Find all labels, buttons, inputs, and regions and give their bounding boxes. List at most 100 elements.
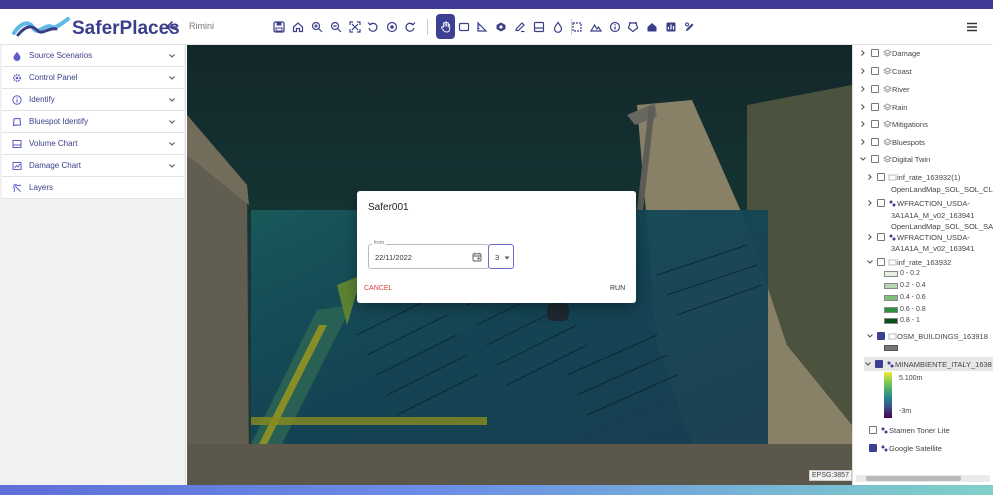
layer-checkbox[interactable] — [871, 85, 879, 93]
terrain-tool-button[interactable] — [587, 17, 605, 37]
layer-group-river[interactable]: River — [859, 82, 910, 96]
layer-item-google-satellite[interactable]: Google Satellite — [869, 441, 942, 455]
main-menu-button[interactable] — [964, 19, 980, 35]
layer-checkbox-checked[interactable] — [869, 444, 877, 452]
zoom-in-button[interactable] — [308, 17, 326, 37]
layer-checkbox[interactable] — [871, 120, 879, 128]
chevron-down-icon[interactable] — [864, 360, 872, 368]
home-button[interactable] — [289, 17, 307, 37]
chevron-right-icon[interactable] — [859, 85, 867, 93]
layer-checkbox[interactable] — [877, 258, 885, 266]
layer-checkbox[interactable] — [871, 49, 879, 57]
layer-checkbox[interactable] — [877, 173, 885, 181]
layer-group-digital-twin[interactable]: Digital Twin — [859, 152, 930, 166]
chevron-right-icon[interactable] — [859, 103, 867, 111]
layer-checkbox[interactable] — [869, 426, 877, 434]
layer-panel-scrollbar[interactable] — [856, 475, 990, 482]
sidebar-item-bluespot-identify[interactable]: Bluespot Identify — [2, 111, 184, 133]
toolbar-divider — [427, 19, 428, 35]
ruler-icon — [477, 21, 488, 32]
sidebar-item-damage-chart[interactable]: Damage Chart — [2, 155, 184, 177]
date-field-label: from — [372, 240, 386, 246]
save-button[interactable] — [270, 17, 288, 37]
layer-stack-icon — [883, 103, 892, 110]
date-value[interactable]: 22/11/2022 — [375, 253, 412, 262]
run-button[interactable]: RUN — [610, 285, 625, 292]
layer-checkbox[interactable] — [871, 67, 879, 75]
layer-label: MINAMBIENTE_ITALY_1638 — [895, 359, 992, 369]
crop-tool-button[interactable] — [568, 17, 586, 37]
rotate-left-icon — [367, 22, 378, 32]
polygon-tool-button[interactable] — [624, 17, 642, 37]
zoom-out-button[interactable] — [327, 17, 345, 37]
center-button[interactable] — [383, 17, 401, 37]
chevron-right-icon[interactable] — [866, 199, 874, 207]
scrollbar-thumb[interactable] — [866, 476, 961, 481]
app-name: SaferPlaces — [72, 18, 180, 39]
chevron-down-icon[interactable] — [866, 258, 874, 266]
save-layer-button[interactable] — [530, 17, 548, 37]
layer-label-line: OpenLandMap_SOL_SOL_CL — [891, 184, 993, 194]
sidebar-item-layers[interactable]: Layers — [2, 177, 184, 199]
chevron-right-icon[interactable] — [859, 138, 867, 146]
layer-group-label: Digital Twin — [892, 154, 931, 164]
calendar-icon[interactable] — [472, 252, 482, 262]
layer-item-stamen-toner[interactable]: Stamen Toner Lite — [869, 423, 950, 437]
chevron-right-icon[interactable] — [866, 173, 874, 181]
layer-item-minambiente[interactable]: MINAMBIENTE_ITALY_1638 — [864, 357, 993, 371]
dem-max-label: 5.100m — [899, 375, 923, 382]
pan-tool-button[interactable] — [436, 14, 455, 39]
layer-checkbox[interactable] — [871, 138, 879, 146]
layer-checkbox-checked[interactable] — [875, 360, 883, 368]
chevron-right-icon[interactable] — [859, 67, 867, 75]
layer-group-damage[interactable]: Damage — [859, 46, 920, 60]
fit-extent-button[interactable] — [346, 17, 364, 37]
back-button[interactable] — [165, 17, 181, 37]
chart-icon — [666, 22, 676, 32]
layer-group-mitigations[interactable]: Mitigations — [859, 117, 928, 131]
chevron-down-icon — [169, 98, 175, 102]
layer-item-osm-buildings[interactable]: OSM_BUILDINGS_163918 — [866, 329, 988, 343]
layer-checkbox[interactable] — [877, 233, 885, 241]
rectangle-tool-button[interactable] — [455, 17, 473, 37]
chevron-down-icon[interactable] — [859, 155, 867, 163]
layer-shape-button[interactable] — [492, 17, 510, 37]
edit-layer-button[interactable] — [511, 17, 529, 37]
layer-group-coast[interactable]: Coast — [859, 64, 912, 78]
chevron-right-icon[interactable] — [859, 120, 867, 128]
scenario-edit-button[interactable] — [681, 17, 699, 37]
chart-tool-button[interactable] — [662, 17, 680, 37]
cancel-button[interactable]: CANCEL — [364, 285, 392, 292]
legend-label: 0 - 0.2 — [900, 270, 920, 277]
layer-checkbox[interactable] — [871, 103, 879, 111]
chevron-down-icon[interactable] — [866, 332, 874, 340]
place-name: Rimini — [189, 21, 215, 31]
raster-icon — [888, 259, 897, 265]
hamburger-icon — [967, 22, 977, 32]
rotate-right-button[interactable] — [401, 17, 419, 37]
layer-group-bluespots[interactable]: Bluespots — [859, 135, 925, 149]
layer-label: inf_rate_163932 — [897, 257, 952, 267]
layer-checkbox[interactable] — [877, 199, 885, 207]
layer-item-inf-rate[interactable]: inf_rate_163932 — [866, 255, 951, 269]
sidebar-item-source-scenarios[interactable]: Source Scenarios — [2, 45, 184, 67]
layer-checkbox-checked[interactable] — [877, 332, 885, 340]
sidebar-item-volume-chart[interactable]: Volume Chart — [2, 133, 184, 155]
sidebar-item-identify[interactable]: Identify — [2, 89, 184, 111]
vector-icon — [881, 427, 888, 433]
info-tool-button[interactable] — [606, 17, 624, 37]
date-field[interactable]: 22/11/2022 — [368, 244, 489, 269]
layer-checkbox[interactable] — [871, 155, 879, 163]
chevron-right-icon[interactable] — [866, 233, 874, 241]
building-tool-button[interactable] — [643, 17, 661, 37]
ruler-tool-button[interactable] — [473, 17, 491, 37]
chevron-right-icon[interactable] — [859, 49, 867, 57]
sidebar-item-control-panel[interactable]: Control Panel — [2, 67, 184, 89]
water-depth-button[interactable] — [549, 17, 567, 37]
duration-select[interactable]: 3 — [488, 244, 514, 269]
top-stripe — [0, 0, 993, 9]
layer-group-rain[interactable]: Rain — [859, 100, 907, 114]
rotate-left-button[interactable] — [364, 17, 382, 37]
rectangle-icon — [458, 22, 470, 32]
layer-stack-icon — [883, 155, 892, 162]
